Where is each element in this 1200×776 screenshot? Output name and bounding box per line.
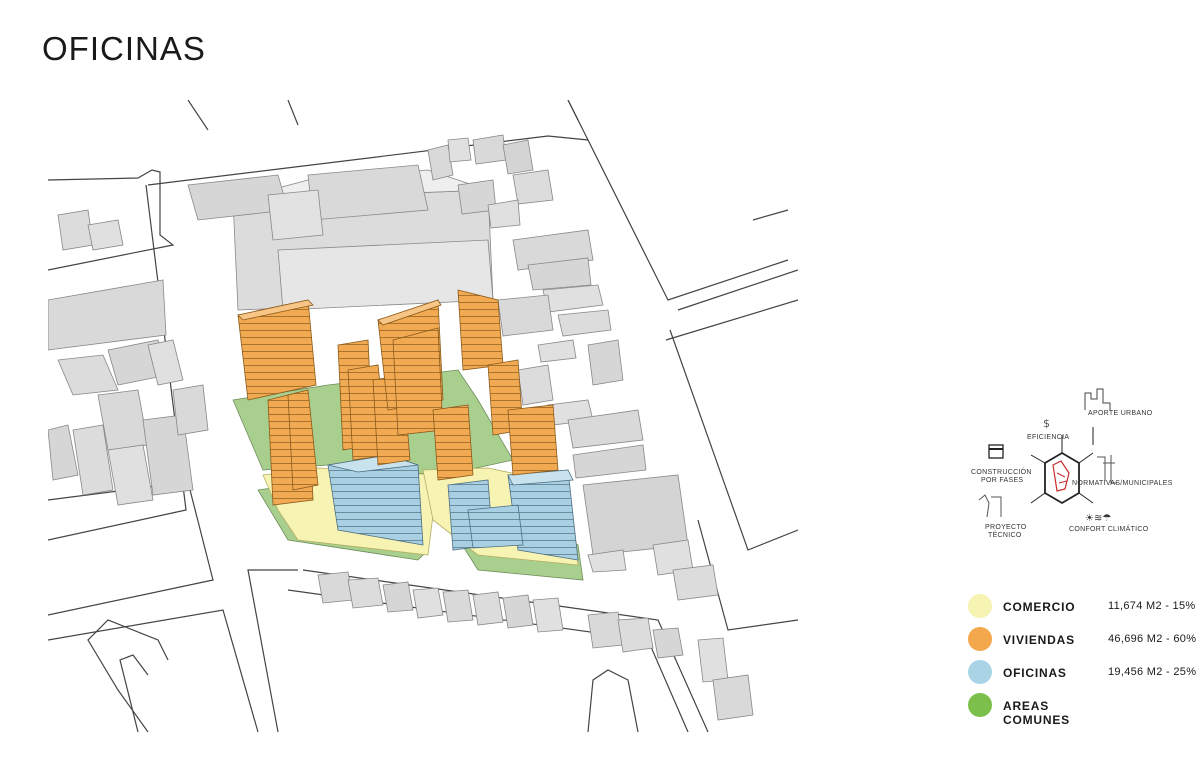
people-icon xyxy=(1097,455,1117,484)
eficiencia-red-icon xyxy=(1052,460,1070,492)
site-plan xyxy=(48,100,798,732)
building-icon xyxy=(1084,388,1111,410)
label-eficiencia: EFICIENCIA xyxy=(1027,434,1070,441)
legend-swatch xyxy=(968,594,992,618)
label-proyecto-2: TÉCNICO xyxy=(988,532,1022,539)
label-proyecto-1: PROYECTO xyxy=(985,524,1027,531)
dollar-icon: $ xyxy=(1043,417,1050,430)
legend-value: 46,696 M2 - 60% xyxy=(1108,633,1197,645)
legend-swatch xyxy=(968,627,992,651)
legend-label: COMERCIO xyxy=(1003,600,1076,614)
legend-swatch xyxy=(968,660,992,684)
legend-label: OFICINAS xyxy=(1003,666,1067,680)
label-normativas: NORMATIVAS/MUNICIPALES xyxy=(1072,480,1173,487)
legend-value: 19,456 M2 - 25% xyxy=(1108,666,1197,678)
sun-icon: ☀≋☂ xyxy=(1085,513,1111,524)
design-criteria-diagram: $ ☀≋☂ APORTE URBANO EFICIENCIA CONSTRUCC… xyxy=(965,385,1195,550)
page-title: OFICINAS xyxy=(42,30,206,67)
legend-swatch xyxy=(968,693,992,717)
legend-label: VIVIENDAS xyxy=(1003,633,1075,647)
worker-icon xyxy=(978,494,1002,518)
label-construccion-2: POR FASES xyxy=(981,477,1024,484)
label-aporte-urbano: APORTE URBANO xyxy=(1088,410,1153,417)
legend-value: 11,674 M2 - 15% xyxy=(1108,600,1196,612)
label-confort: CONFORT CLIMÁTICO xyxy=(1069,526,1149,533)
legend-label: AREAS COMUNES xyxy=(1003,699,1070,727)
calendar-icon xyxy=(988,444,1004,459)
label-construccion-1: CONSTRUCCIÓN xyxy=(971,469,1032,476)
